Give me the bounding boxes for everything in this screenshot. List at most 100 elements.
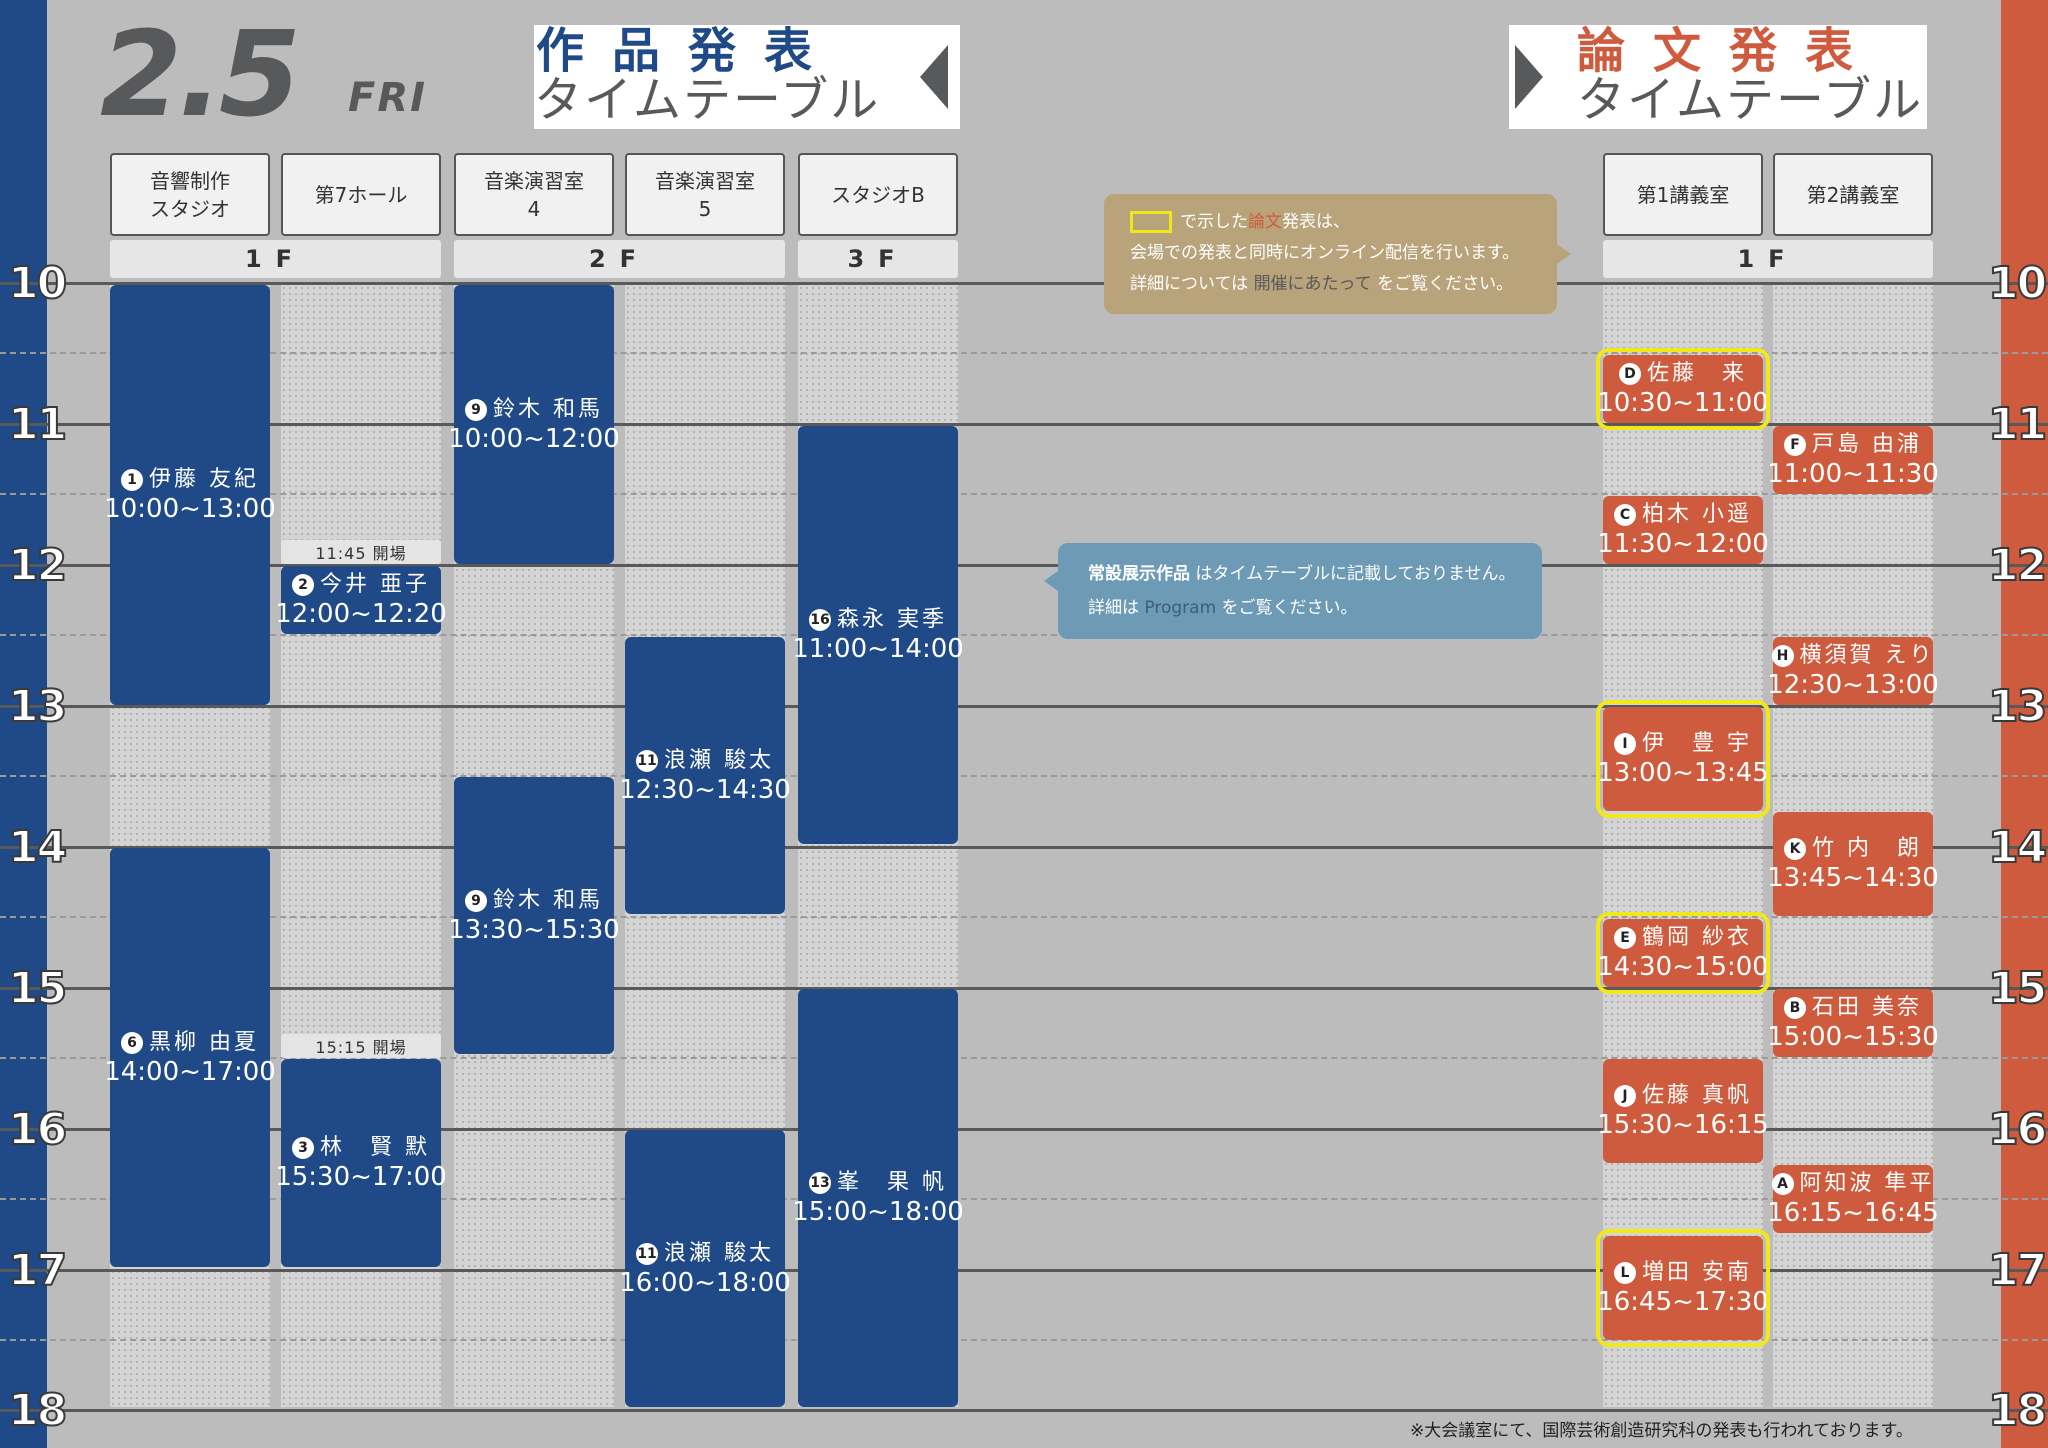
note-text: をご覧ください。 <box>1221 598 1358 618</box>
room-header-onkyo-studio: 音響制作 スタジオ <box>110 153 270 236</box>
paper-session-k[interactable]: K 竹 内 朗 13:45~14:30 <box>1767 812 1939 916</box>
session-time: 12:30~13:00 <box>1767 670 1939 700</box>
hour-label-11: 11 <box>7 399 68 450</box>
paper-session-e[interactable]: E 鶴岡 紗衣 14:30~15:00 <box>1596 912 1770 994</box>
session-letter-badge: B <box>1784 997 1806 1019</box>
session-number-badge: 13 <box>809 1172 831 1194</box>
hour-label-17: 17 <box>7 1245 68 1296</box>
note-text: 詳細については <box>1130 274 1249 294</box>
note-emphasis: 論文 <box>1248 212 1282 232</box>
paper-session-d[interactable]: D 佐藤 来 10:30~11:00 <box>1596 348 1770 430</box>
presenter-name: 浪瀬 駿太 <box>664 747 774 773</box>
presenter-name: 黒柳 由夏 <box>149 1029 259 1055</box>
paper-session-h[interactable]: H 横須賀 えり 12:30~13:00 <box>1767 637 1939 705</box>
session-letter-badge: K <box>1784 838 1806 860</box>
work-session-9a[interactable]: 9 鈴木 和馬 10:00~12:00 <box>448 285 620 564</box>
session-number-badge: 2 <box>292 574 314 596</box>
permanent-exhibition-note: 常設展示作品 はタイムテーブルに記載しておりません。 詳細は Program を… <box>1044 543 1542 639</box>
session-letter-badge: C <box>1614 504 1636 526</box>
session-time: 11:00~14:00 <box>792 634 964 664</box>
session-time: 11:00~11:30 <box>1767 459 1939 489</box>
note-text: をご覧ください。 <box>1377 274 1514 294</box>
presenter-name: 鈴木 和馬 <box>493 887 603 913</box>
presenter-name: 浪瀬 駿太 <box>664 1240 774 1266</box>
papers-title: 論文発表 <box>1577 23 1882 79</box>
session-time: 13:00~13:45 <box>1597 758 1769 788</box>
presenter-name: 増田 安南 <box>1642 1260 1752 1285</box>
presenter-name: 森永 実季 <box>837 607 947 632</box>
session-number-badge: 11 <box>636 749 658 772</box>
session-time: 14:00~17:00 <box>104 1056 276 1087</box>
half-hour-line <box>0 634 2048 636</box>
work-session-11b[interactable]: 11 浪瀬 駿太 16:00~18:00 <box>619 1130 791 1407</box>
presenter-name: 佐藤 真帆 <box>1642 1083 1752 1108</box>
paper-session-i[interactable]: I 伊 豊 宇 13:00~13:45 <box>1596 700 1770 818</box>
presenter-name: 鈴木 和馬 <box>493 396 603 422</box>
paper-session-l[interactable]: L 増田 安南 16:45~17:30 <box>1596 1229 1770 1347</box>
hour-label-11-right: 11 <box>1987 399 2048 450</box>
floor-label-1f: 1F <box>110 240 441 278</box>
session-letter-badge: F <box>1784 434 1806 456</box>
work-session-13[interactable]: 13 峯 果 帆 15:00~18:00 <box>792 989 964 1407</box>
room-header-studio-b: スタジオB <box>798 153 958 236</box>
session-time: 10:30~11:00 <box>1597 388 1769 418</box>
work-session-6[interactable]: 6 黒柳 由夏 14:00~17:00 <box>104 848 276 1267</box>
half-hour-line <box>0 916 2048 918</box>
hour-label-14-right: 14 <box>1987 822 2048 873</box>
session-number-badge: 16 <box>809 609 831 631</box>
hour-line <box>0 846 2048 849</box>
papers-title-box: 論文発表 タイムテーブル <box>1509 25 1927 129</box>
session-letter-badge: D <box>1618 363 1641 385</box>
hour-line <box>0 282 2048 285</box>
work-session-9b[interactable]: 9 鈴木 和馬 13:30~15:30 <box>448 777 620 1054</box>
work-session-11a[interactable]: 11 浪瀬 駿太 12:30~14:30 <box>619 637 791 914</box>
works-title-box: 作品発表 タイムテーブル <box>534 25 960 129</box>
session-time: 10:00~13:00 <box>104 494 276 524</box>
presenter-name: 鶴岡 紗衣 <box>1642 925 1752 950</box>
room-header-lecture-1: 第1講義室 <box>1603 153 1763 236</box>
yellow-highlight-legend-icon <box>1130 211 1172 233</box>
session-time: 16:00~18:00 <box>619 1267 791 1298</box>
hour-label-14: 14 <box>7 822 68 873</box>
room-header-lecture-2: 第2講義室 <box>1773 153 1933 236</box>
program-link[interactable]: Program <box>1144 598 1216 618</box>
online-streaming-note: で示した論文発表は、 会場での発表と同時にオンライン配信を行います。 詳細につい… <box>1104 194 1571 314</box>
presenter-name: 今井 亜子 <box>320 572 430 597</box>
work-session-2[interactable]: 2 今井 亜子 12:00~12:20 <box>275 566 447 634</box>
presenter-name: 佐藤 来 <box>1646 361 1747 386</box>
session-number-badge: 11 <box>636 1242 658 1265</box>
session-time: 15:30~16:15 <box>1597 1110 1769 1140</box>
hour-label-13: 13 <box>7 681 68 732</box>
hour-label-10-right: 10 <box>1987 258 2048 309</box>
papers-subtitle: タイムテーブル <box>1577 72 1924 128</box>
paper-session-j[interactable]: J 佐藤 真帆 15:30~16:15 <box>1597 1059 1769 1163</box>
room-header-hall-7: 第7ホール <box>281 153 441 236</box>
work-session-16[interactable]: 16 森永 実季 11:00~14:00 <box>792 426 964 844</box>
hour-line <box>0 423 2048 426</box>
session-time: 16:15~16:45 <box>1767 1198 1939 1228</box>
hour-line <box>0 987 2048 990</box>
work-session-3[interactable]: 3 林 賢 默 15:30~17:00 <box>275 1059 447 1267</box>
hour-label-18: 18 <box>7 1385 68 1436</box>
hour-label-12-right: 12 <box>1987 540 2048 591</box>
hour-label-12: 12 <box>7 540 68 591</box>
note-text: はタイムテーブルに記載しておりません。 <box>1195 564 1516 584</box>
guidelines-link[interactable]: 開催にあたって <box>1254 274 1372 294</box>
session-number-badge: 9 <box>465 398 487 421</box>
session-time: 13:30~15:30 <box>448 914 620 945</box>
opening-label: 15:15 開場 <box>281 1034 441 1058</box>
paper-session-c[interactable]: C 柏木 小遥 11:30~12:00 <box>1597 496 1769 564</box>
session-letter-badge: E <box>1614 927 1636 949</box>
note-text: 詳細は <box>1088 598 1139 618</box>
paper-session-f[interactable]: F 戸島 由浦 11:00~11:30 <box>1767 426 1939 494</box>
paper-session-a[interactable]: A 阿知波 隼平 16:15~16:45 <box>1767 1165 1939 1233</box>
hour-label-16: 16 <box>7 1104 68 1155</box>
floor-label-3f: 3F <box>798 240 958 278</box>
hour-label-18-right: 18 <box>1987 1385 2048 1436</box>
paper-session-b[interactable]: B 石田 美奈 15:00~15:30 <box>1767 989 1939 1057</box>
works-title: 作品発表 <box>536 23 841 79</box>
date-heading: 2.5 <box>100 5 301 143</box>
hour-label-16-right: 16 <box>1987 1104 2048 1155</box>
presenter-name: 峯 果 帆 <box>837 1170 947 1195</box>
work-session-1[interactable]: 1 伊藤 友紀 10:00~13:00 <box>104 285 276 705</box>
